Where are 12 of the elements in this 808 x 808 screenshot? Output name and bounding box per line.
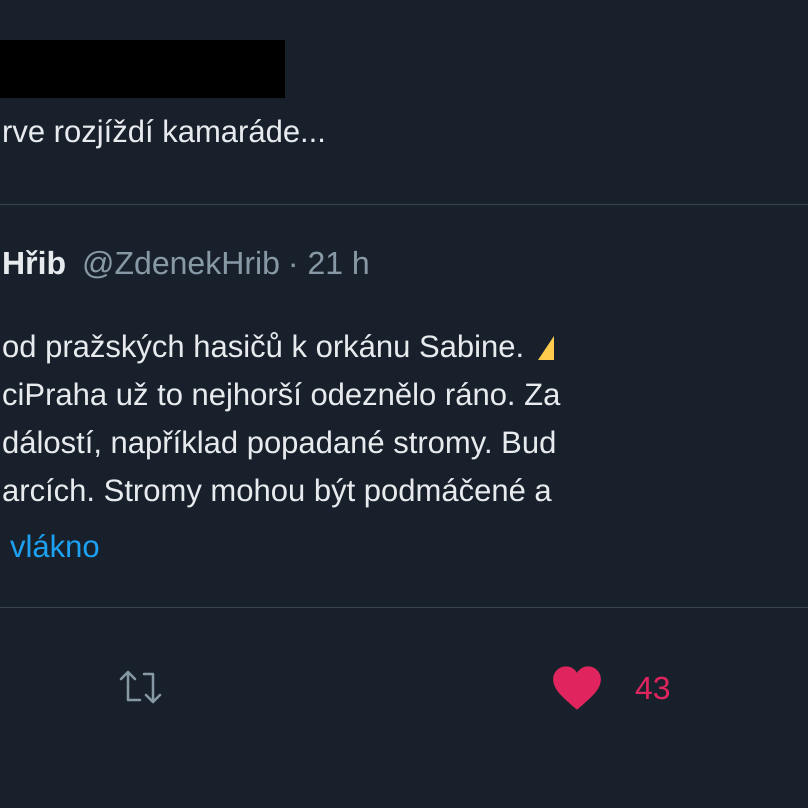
thread-link[interactable]: vlákno <box>0 525 100 569</box>
author-name: Hřib <box>2 244 66 283</box>
warning-icon <box>538 334 554 360</box>
tweet-time: · 21 h <box>288 244 370 283</box>
tweet-line: od pražských hasičů k orkánu Sabine. <box>2 328 524 366</box>
author-handle: @ZdenekHrib <box>82 244 280 283</box>
tweet-line: ciPraha už to nejhorší odeznělo ráno. Za <box>2 376 560 414</box>
like-count: 43 <box>635 669 671 708</box>
heart-icon[interactable] <box>551 664 603 712</box>
tweet-text: rve rozjíždí kamaráde... <box>1 113 326 151</box>
tweet-line: arcích. Stromy mohou být podmáčené a <box>2 472 552 510</box>
tweet-line: dálostí, například popadané stromy. Bud <box>2 424 556 462</box>
